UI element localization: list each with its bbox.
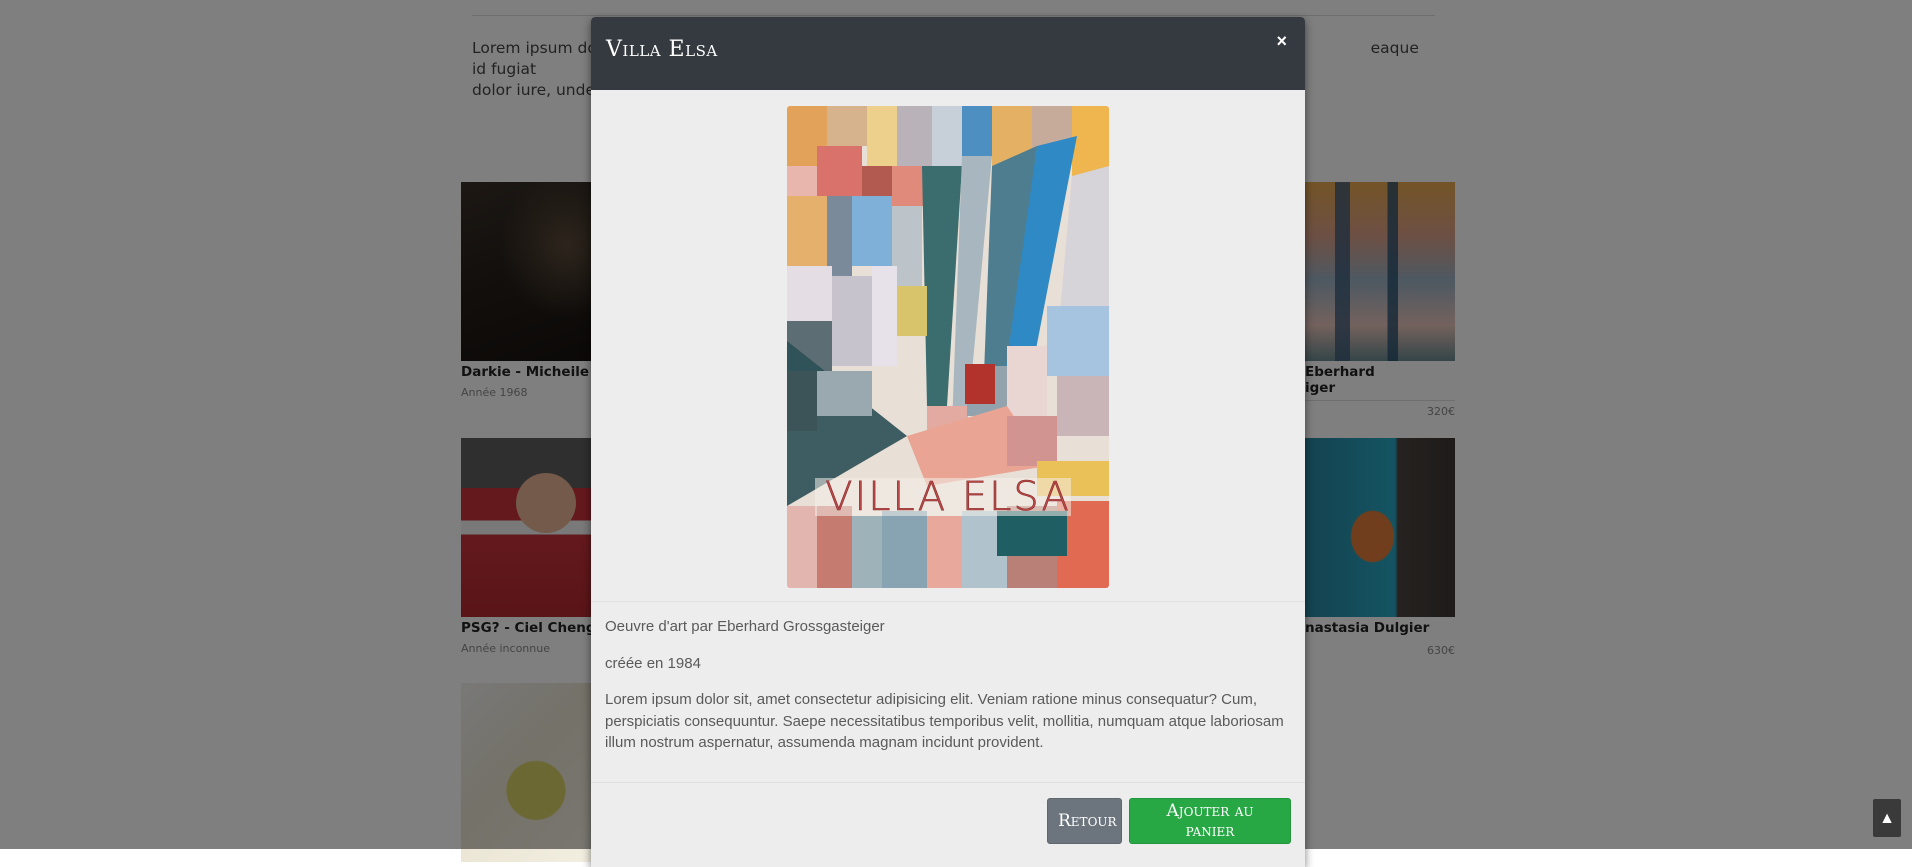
modal-description: Oeuvre d'art par Eberhard Grossgasteiger… [591, 602, 1305, 754]
modal-title: Villa Elsa [606, 37, 718, 62]
modal-footer: Retour Ajouter au panier [591, 782, 1305, 867]
back-button[interactable]: Retour [1047, 798, 1122, 844]
add-to-cart-button[interactable]: Ajouter au panier [1129, 798, 1291, 844]
artwork-modal: Villa Elsa × VILLA ELSA Oeuvre d'art par… [591, 17, 1305, 867]
scroll-to-top-button[interactable]: ▲ [1873, 799, 1901, 837]
modal-header: Villa Elsa × [591, 17, 1305, 90]
close-icon[interactable]: × [1270, 31, 1293, 51]
artwork-image-text: VILLA ELSA [825, 474, 1071, 521]
artist-line: Oeuvre d'art par Eberhard Grossgasteiger [605, 618, 885, 635]
modal-image-section: VILLA ELSA [591, 90, 1305, 602]
creation-year: créée en 1984 [605, 654, 701, 672]
description-text: Lorem ipsum dolor sit, amet consectetur … [605, 691, 1284, 751]
artwork-image: VILLA ELSA [787, 106, 1109, 588]
